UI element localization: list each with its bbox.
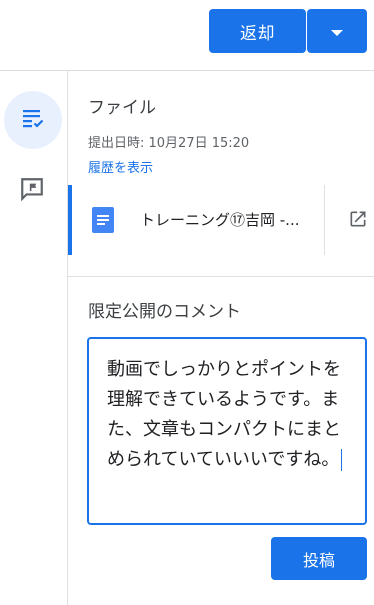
caret-down-icon bbox=[330, 22, 344, 41]
top-bar: 返却 bbox=[0, 0, 374, 71]
private-comment-input[interactable]: 動画でしっかりとポイントを理解できているようです。また、文章もコンパクトにまとめ… bbox=[87, 337, 367, 525]
private-comment-title: 限定公開のコメント bbox=[88, 302, 241, 322]
return-button[interactable]: 返却 bbox=[209, 9, 306, 53]
submitted-timestamp: 提出日時: 10月27日 15:20 bbox=[88, 136, 250, 151]
private-comment-icon bbox=[19, 176, 45, 206]
file-name[interactable]: トレーニング⑰吉岡 -... bbox=[140, 209, 300, 230]
post-comment-button[interactable]: 投稿 bbox=[271, 537, 367, 580]
return-options-dropdown-button[interactable] bbox=[307, 9, 367, 53]
sidebar-item-assignment[interactable] bbox=[4, 91, 62, 149]
sidebar-item-private-comments[interactable] bbox=[10, 169, 54, 213]
google-docs-icon bbox=[92, 207, 114, 237]
main-panel: ファイル 提出日時: 10月27日 15:20 履歴を表示 トレーニング⑰吉岡 … bbox=[68, 71, 374, 605]
attached-file-card[interactable]: トレーニング⑰吉岡 -... bbox=[68, 185, 374, 255]
comment-text: 動画でしっかりとポイントを理解できているようです。また、文章もコンパクトにまとめ… bbox=[107, 359, 341, 470]
sidebar bbox=[0, 71, 68, 605]
assignment-list-icon bbox=[21, 106, 45, 134]
text-caret bbox=[341, 449, 343, 471]
section-divider bbox=[68, 276, 374, 277]
open-in-new-icon[interactable] bbox=[348, 209, 368, 233]
view-history-link[interactable]: 履歴を表示 bbox=[88, 157, 153, 176]
file-section-title: ファイル bbox=[88, 98, 156, 118]
file-card-divider bbox=[324, 185, 325, 255]
